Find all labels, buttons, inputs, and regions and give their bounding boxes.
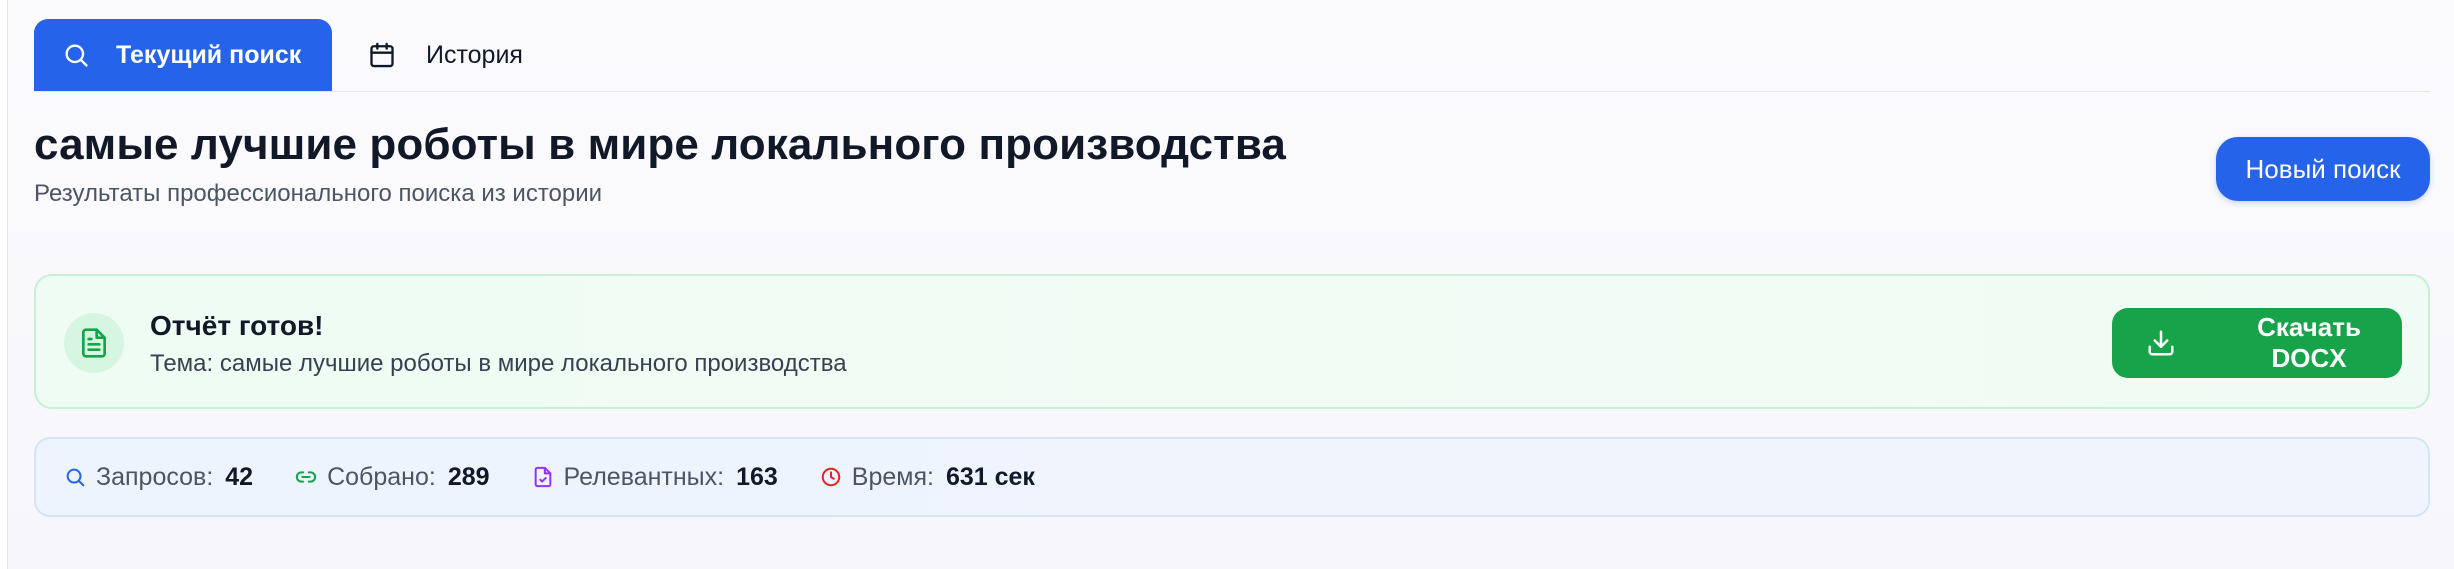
search-icon: [64, 466, 86, 488]
calendar-icon: [368, 41, 396, 69]
stat-queries: Запросов: 42: [64, 463, 253, 492]
file-check-icon: [532, 466, 554, 488]
stat-value: 163: [736, 462, 778, 491]
stat-value: 42: [225, 462, 254, 491]
page-header: самые лучшие роботы в мире локального пр…: [34, 92, 2430, 252]
tab-bar: Текущий поиск История: [34, 19, 2430, 92]
tab-label: История: [426, 40, 523, 69]
main-content: Текущий поиск История самые лучшие робот…: [34, 19, 2430, 517]
download-docx-button[interactable]: Скачать DOCX: [2112, 308, 2402, 378]
tab-current-search[interactable]: Текущий поиск: [34, 19, 332, 91]
search-icon: [62, 41, 90, 69]
new-search-button[interactable]: Новый поиск: [2216, 137, 2430, 201]
stats-bar: Запросов: 42 Собрано: 289 Релевантных: 1…: [34, 437, 2430, 517]
report-icon-badge: [64, 313, 124, 373]
app-frame: Текущий поиск История самые лучшие робот…: [0, 0, 2454, 569]
page-subtitle: Результаты профессионального поиска из и…: [34, 180, 603, 207]
stat-value: 289: [447, 462, 490, 491]
stat-label: Запросов:: [96, 462, 214, 491]
tab-label: Текущий поиск: [116, 40, 302, 69]
download-icon: [2146, 328, 2176, 358]
page-title: самые лучшие роботы в мире локального пр…: [34, 120, 1286, 169]
stat-value: 631 сек: [945, 462, 1035, 491]
link-icon: [295, 466, 317, 488]
stat-time: Время: 631 сек: [820, 463, 1035, 492]
stat-label: Время:: [851, 462, 934, 491]
clock-icon: [820, 466, 842, 488]
report-ready-banner: Отчёт готов! Тема: самые лучшие роботы в…: [34, 274, 2430, 409]
download-label: Скачать DOCX: [2257, 312, 2361, 373]
left-panel-edge: [0, 0, 8, 569]
report-topic: Тема: самые лучшие роботы в мире локальн…: [150, 350, 847, 377]
tab-history[interactable]: История: [332, 19, 551, 91]
report-title: Отчёт готов!: [150, 310, 324, 341]
document-icon: [78, 327, 110, 359]
stat-label: Релевантных:: [563, 462, 725, 491]
stat-collected: Собрано: 289: [295, 462, 490, 492]
stat-relevant: Релевантных: 163: [532, 463, 778, 492]
stat-label: Собрано:: [327, 462, 436, 491]
